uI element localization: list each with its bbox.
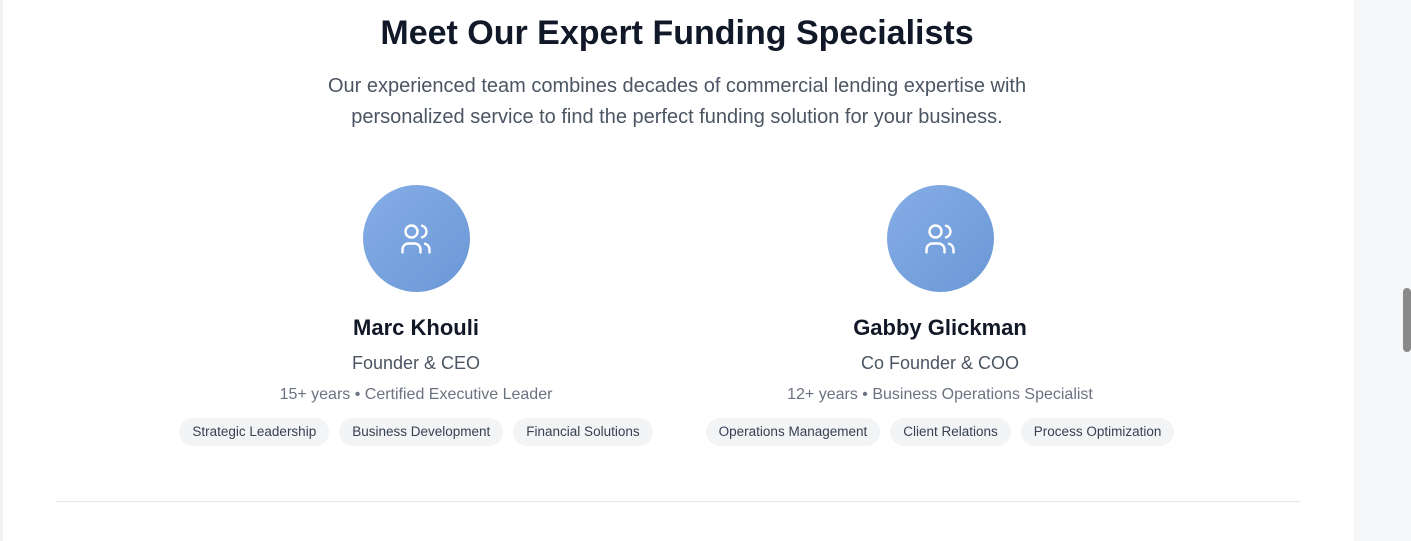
scrollbar-thumb[interactable]: [1403, 288, 1411, 352]
page-right-gutter: [1354, 0, 1411, 541]
avatar: [362, 185, 470, 292]
avatar: [886, 185, 994, 292]
skill-tag: Strategic Leadership: [179, 418, 330, 446]
team-member-card: Marc Khouli Founder & CEO 15+ years • Ce…: [146, 185, 686, 446]
section-title: Meet Our Expert Funding Specialists: [380, 14, 974, 52]
member-name: Gabby Glickman: [853, 315, 1027, 340]
team-member-card: Gabby Glickman Co Founder & COO 12+ year…: [670, 185, 1210, 446]
users-icon: [925, 223, 955, 254]
member-name: Marc Khouli: [353, 315, 479, 340]
users-icon: [401, 223, 431, 254]
member-experience: 12+ years • Business Operations Speciali…: [787, 386, 1093, 403]
skill-tags: Operations Management Client Relations P…: [670, 418, 1210, 446]
skill-tag: Business Development: [339, 418, 504, 446]
team-section: Meet Our Expert Funding Specialists Our …: [0, 0, 1354, 541]
section-subtitle: Our experienced team combines decades of…: [327, 75, 1027, 128]
member-role: Co Founder & COO: [860, 353, 1020, 373]
member-experience: 15+ years • Certified Executive Leader: [279, 386, 553, 403]
skill-tag: Financial Solutions: [513, 418, 653, 446]
skill-tag: Process Optimization: [1020, 418, 1175, 446]
section-divider: [56, 501, 1300, 502]
skill-tag: Operations Management: [705, 418, 881, 446]
skill-tag: Client Relations: [890, 418, 1011, 446]
member-role: Founder & CEO: [351, 353, 481, 373]
skill-tags: Strategic Leadership Business Developmen…: [146, 418, 686, 446]
